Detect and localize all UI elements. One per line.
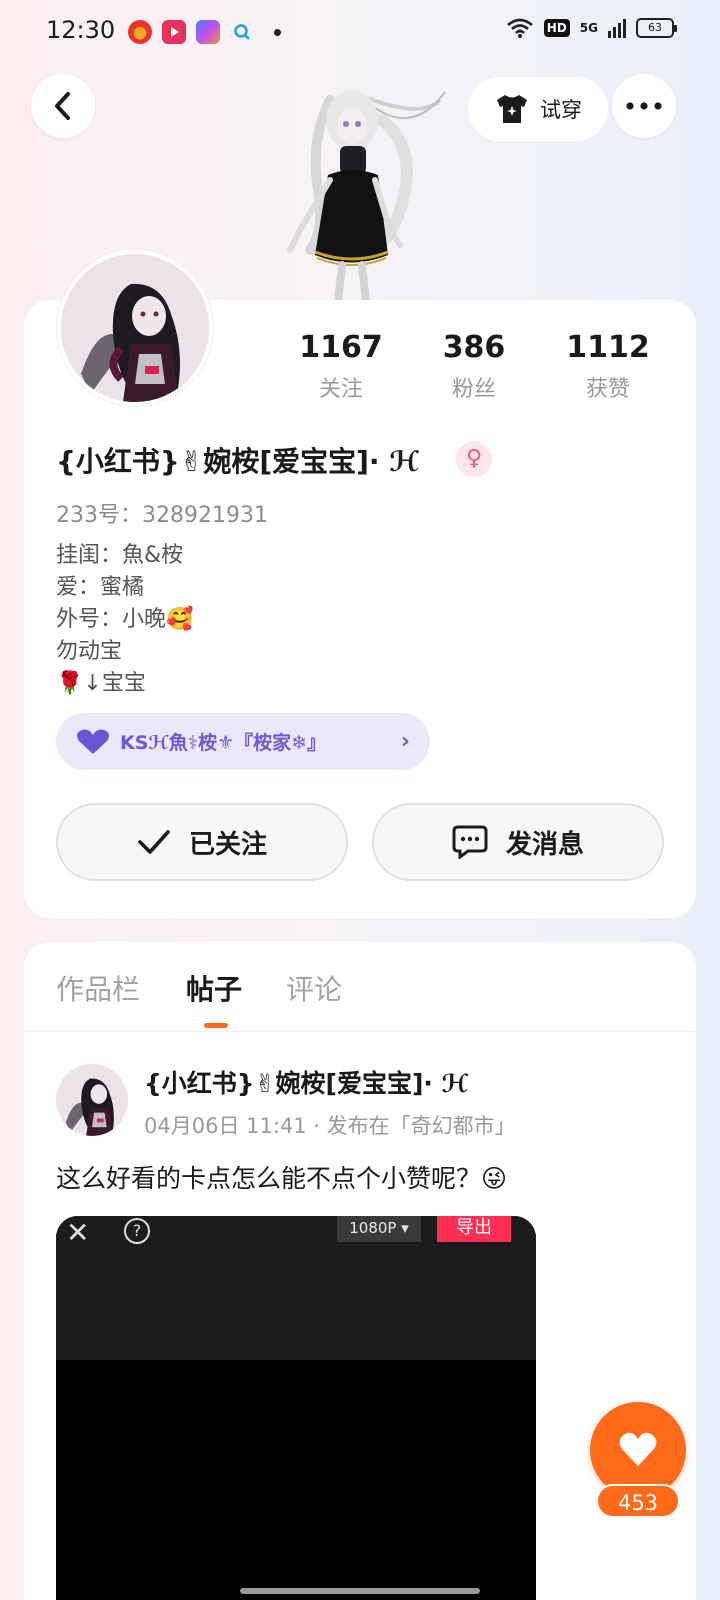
post-author-name[interactable]: {小红书}✌婉桉[爱宝宝]· ℋ — [144, 1064, 468, 1100]
try-on-button[interactable]: 试穿 — [468, 77, 608, 141]
more-dots-icon — [626, 102, 662, 110]
post-meta: 04月06日 11:41 · 发布在「奇幻都市」 — [144, 1114, 516, 1138]
bio-line: 勿动宝 — [56, 639, 123, 664]
user-id[interactable]: 233号：328921931 — [56, 497, 268, 529]
tab-works[interactable]: 作品栏 — [56, 968, 140, 1008]
status-time: 12:30 — [46, 16, 116, 44]
shirt-icon — [497, 95, 527, 123]
tab-posts[interactable]: 帖子 — [186, 968, 242, 1008]
post-text: 这么好看的卡点怎么能不点个小赞呢？😜 — [56, 1164, 508, 1193]
try-on-label: 试穿 — [540, 98, 582, 122]
family-group-link[interactable]: KSℋ魚⚕桉⚜『桉家❄』 › — [56, 713, 430, 770]
like-count: 453 — [596, 1484, 680, 1518]
checkmark-icon — [138, 830, 170, 854]
active-tab-indicator — [204, 1023, 228, 1028]
stat-value: 386 — [442, 330, 506, 365]
profile-bio: 挂闺：魚&桉 爱：蜜橘 外号：小晚🥰 勿动宝 🌹↓宝宝 — [56, 540, 193, 700]
avatar-image — [56, 1064, 128, 1136]
status-app-icons — [128, 20, 281, 44]
wifi-icon — [506, 18, 533, 38]
message-label: 发消息 — [505, 829, 584, 860]
home-indicator[interactable] — [240, 1588, 480, 1594]
female-gender-icon: ♀ — [456, 441, 492, 477]
battery-icon: 63 — [636, 18, 677, 38]
signal-bars-icon — [608, 19, 626, 38]
resolution-selector: 1080P ▾ — [337, 1216, 421, 1242]
post-author-avatar[interactable] — [56, 1064, 128, 1136]
search-app-icon — [230, 20, 254, 44]
store-app-icon — [196, 20, 220, 44]
heart-icon — [77, 729, 109, 754]
profile-name: {小红书}✌婉桉[爱宝宝]· ℋ — [56, 445, 420, 478]
bio-line: 挂闺：魚&桉 — [56, 543, 184, 568]
stat-label: 粉丝 — [451, 377, 496, 402]
following-button[interactable]: 已关注 — [56, 803, 348, 881]
bio-line: 🌹↓宝宝 — [56, 671, 146, 696]
more-button[interactable] — [612, 74, 676, 138]
help-icon: ? — [124, 1218, 150, 1244]
stat-label: 关注 — [318, 377, 363, 402]
signal-label: 5G — [579, 21, 598, 35]
stat-followers[interactable]: 386 粉丝 — [414, 330, 534, 403]
export-button: 导出 — [437, 1216, 511, 1242]
character-figure-image — [287, 90, 446, 305]
divider — [24, 1031, 696, 1032]
stat-value: 1167 — [299, 330, 383, 365]
hd-badge: HD — [543, 19, 570, 37]
close-icon: ✕ — [66, 1216, 90, 1249]
tab-comments[interactable]: 评论 — [286, 968, 342, 1008]
following-label: 已关注 — [188, 829, 267, 860]
status-bar: 12:30 HD 5G 63 — [0, 0, 720, 64]
stat-value: 1112 — [566, 330, 650, 365]
family-label: KSℋ魚⚕桉⚜『桉家❄』 — [120, 732, 327, 754]
back-button[interactable] — [31, 74, 95, 138]
bio-line: 爱：蜜橘 — [56, 575, 145, 600]
chevron-left-icon — [55, 92, 70, 120]
bio-line: 外号：小晚🥰 — [56, 607, 194, 632]
chevron-right-icon: › — [400, 729, 410, 754]
post-video[interactable]: ✕ ? 1080P ▾ 导出 — [56, 1216, 536, 1600]
stat-label: 获赞 — [585, 377, 630, 402]
status-right: HD 5G 63 — [506, 18, 677, 38]
heart-icon — [619, 1432, 657, 1466]
notification-dot-icon — [274, 28, 281, 36]
avatar[interactable] — [57, 250, 213, 406]
chat-bubble-icon — [452, 825, 488, 859]
video-app-icon — [162, 20, 186, 44]
stat-following[interactable]: 1167 关注 — [281, 330, 401, 403]
avatar-image — [61, 254, 209, 402]
message-button[interactable]: 发消息 — [372, 803, 664, 881]
stat-likes[interactable]: 1112 获赞 — [548, 330, 668, 403]
weibo-app-icon — [128, 20, 152, 44]
